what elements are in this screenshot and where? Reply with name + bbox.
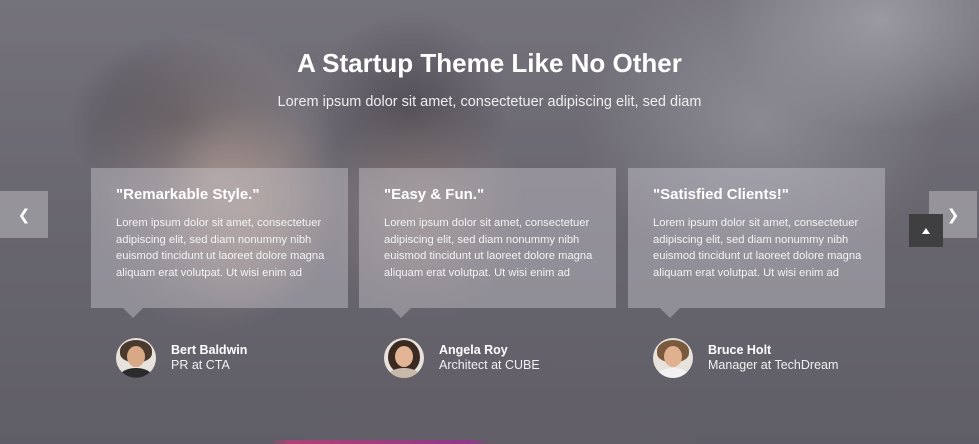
testimonial-card: "Remarkable Style." Lorem ipsum dolor si… [91,168,348,318]
testimonial-card: "Easy & Fun." Lorem ipsum dolor sit amet… [359,168,616,318]
author-name: Angela Roy [439,343,508,357]
author-role: Architect at CUBE [439,358,540,372]
testimonial-author: Bert Baldwin PR at CTA [116,337,247,379]
testimonial-title: "Easy & Fun." [384,186,485,203]
chevron-left-icon: ❮ [17,206,31,224]
scroll-to-top-button[interactable] [909,214,943,247]
avatar [653,338,693,378]
testimonial-author: Bruce Holt Manager at TechDream [653,337,838,379]
author-role: Manager at TechDream [708,358,839,372]
testimonial-text: Lorem ipsum dolor sit amet, consectetuer… [653,217,862,279]
author-name: Bruce Holt [708,343,772,357]
caret-up-icon [922,227,930,234]
section-subtitle: Lorem ipsum dolor sit amet, consectetuer… [277,94,702,110]
author-name: Bert Baldwin [171,343,248,357]
section-title: A Startup Theme Like No Other [297,48,682,78]
author-role: PR at CTA [171,358,230,372]
testimonial-text: Lorem ipsum dolor sit amet, consectetuer… [116,217,325,279]
avatar [384,338,424,378]
next-section-peek [0,440,979,444]
chevron-right-icon: ❯ [946,206,960,224]
testimonial-title: "Remarkable Style." [116,186,260,203]
testimonial-text: Lorem ipsum dolor sit amet, consectetuer… [384,217,593,279]
testimonial-author: Angela Roy Architect at CUBE [384,337,540,379]
testimonial-title: "Satisfied Clients!" [653,186,789,203]
carousel-prev-button[interactable]: ❮ [0,191,48,238]
avatar [116,338,156,378]
testimonial-card: "Satisfied Clients!" Lorem ipsum dolor s… [628,168,885,318]
